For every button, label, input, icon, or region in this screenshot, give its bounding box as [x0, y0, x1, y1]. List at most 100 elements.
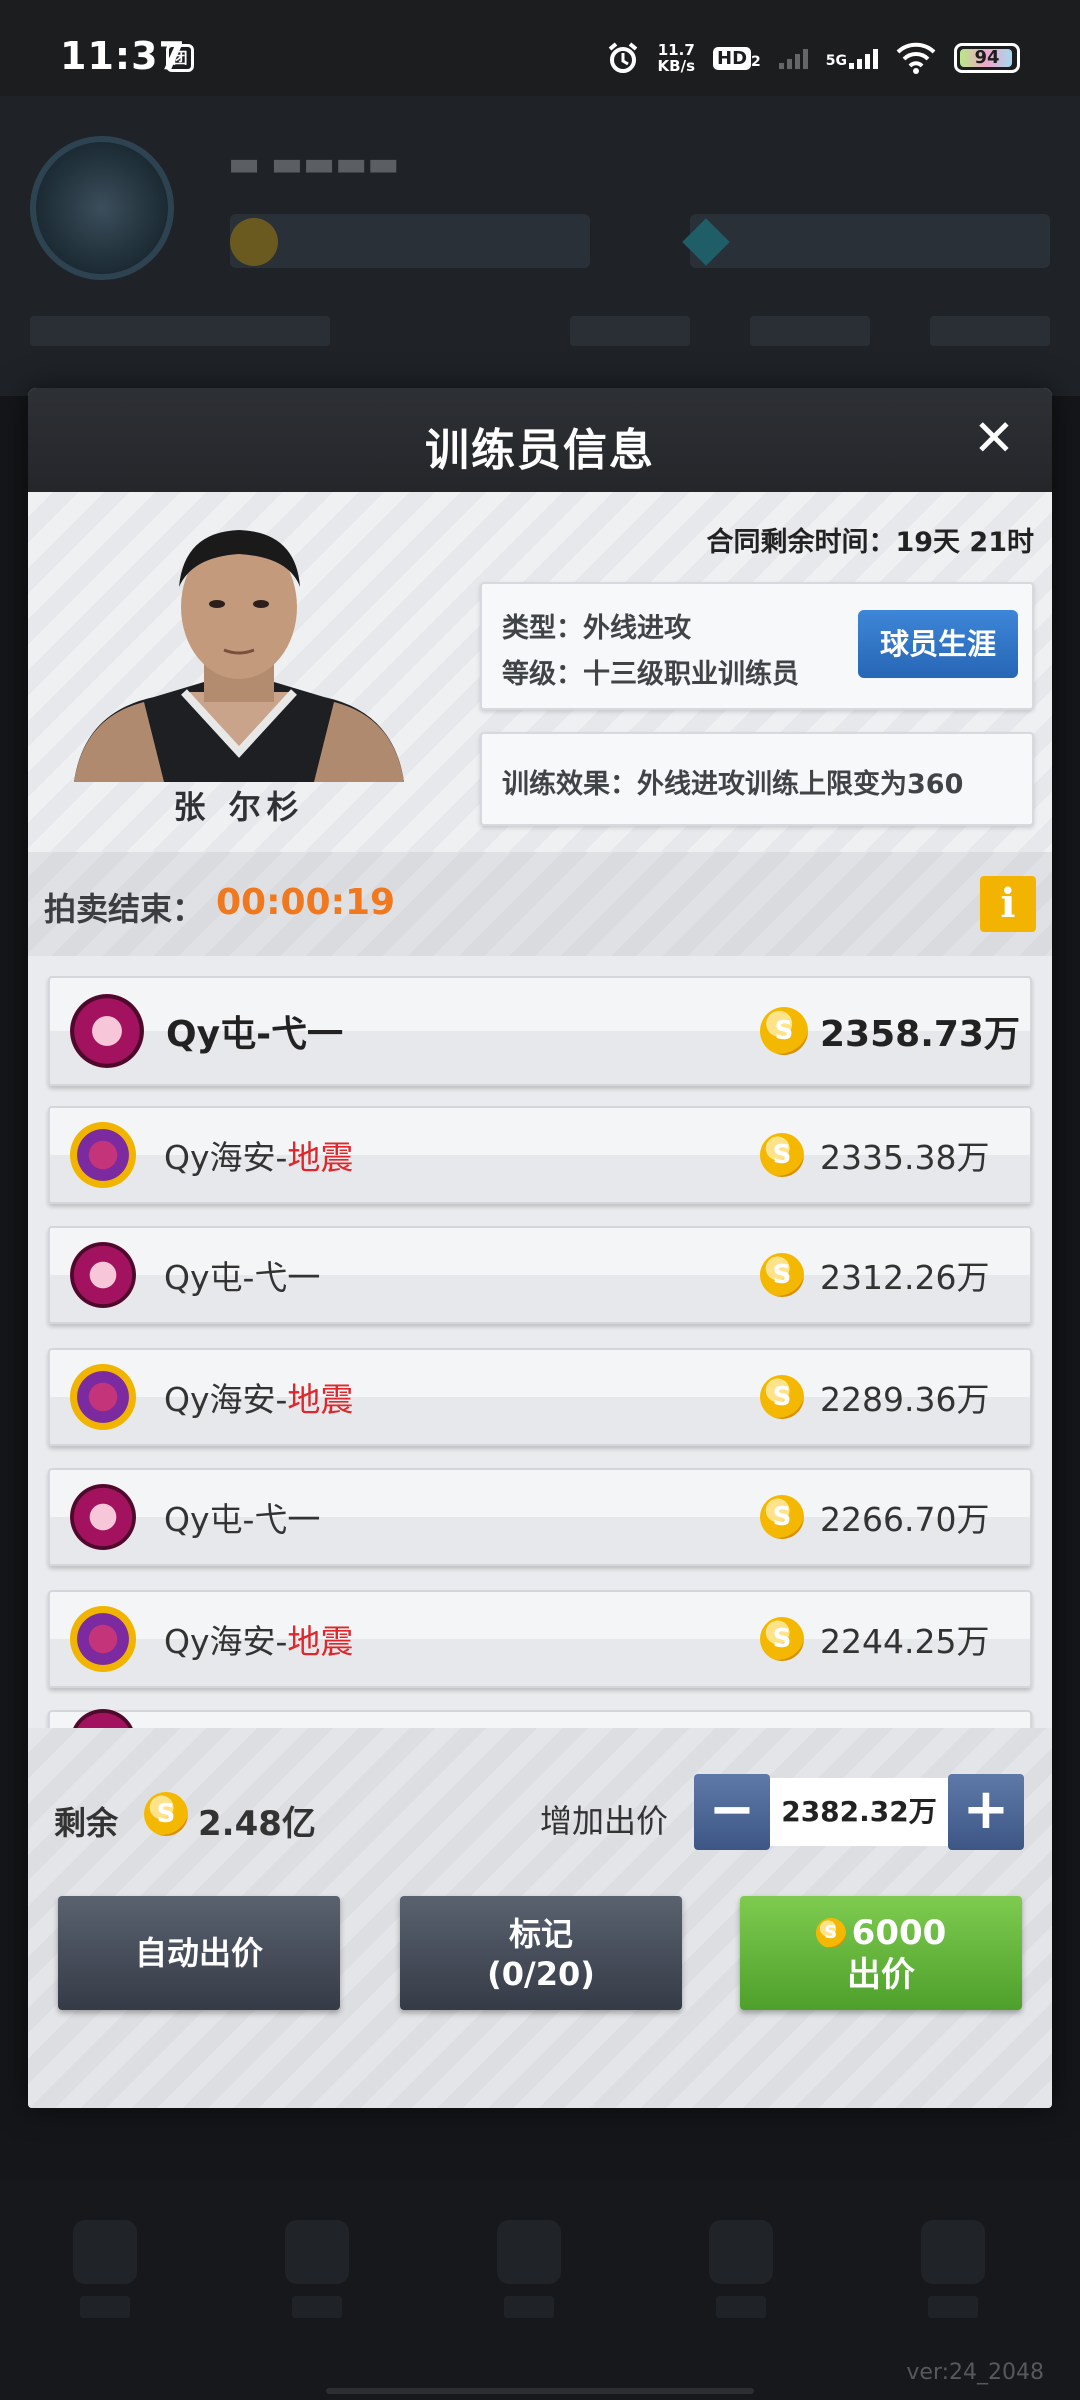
network-type: 5G	[825, 53, 847, 69]
trainer-type-card: 类型：外线进攻 等级：十三级职业训练员 球员生涯	[480, 582, 1034, 710]
network-speed-value: 11.7	[657, 41, 695, 59]
bid-cost: 6000	[851, 1913, 947, 1953]
trainer-info-section: 张 尔杉 合同剩余时间：19天 21时 类型：外线进攻 等级：十三级职业训练员 …	[28, 492, 1052, 852]
bid-amount: 2335.38万	[820, 1138, 990, 1177]
hd-sub: 2	[751, 53, 761, 70]
home-indicator[interactable]	[326, 2388, 754, 2394]
battery-level: 94	[974, 47, 1000, 68]
bid-amount: 2312.26万	[820, 1258, 990, 1297]
bid-team-name: Qy海安-地震	[164, 1138, 354, 1177]
wifi-icon	[896, 42, 936, 74]
background-tab	[70, 2220, 140, 2330]
mark-button[interactable]: 标记 (0/20)	[400, 1896, 682, 2010]
bid-cost-line: S 6000	[740, 1912, 1022, 1954]
monster-logo-icon	[70, 1364, 136, 1430]
version-label: ver:24_2048	[906, 2360, 1044, 2385]
status-bar: 11:37 团 11.7 KB/s HD 2 5G 94	[0, 0, 1080, 96]
auction-countdown: 00:00:19	[216, 882, 396, 923]
auction-status-bar: 拍卖结束： 00:00:19 i	[28, 852, 1052, 956]
alarm-icon	[608, 42, 637, 73]
coin-icon: S	[760, 1495, 804, 1539]
auction-end-label: 拍卖结束：	[44, 890, 205, 928]
bid-history-list[interactable]: Qy屯-弋一 S 2358.73万 Qy海安-地震 S 2335.38万 Qy屯…	[28, 956, 1052, 1728]
background-nav-row	[30, 306, 1050, 356]
bid-controls: 剩余 S 2.48亿 增加出价 − 2382.32万 + 自动出价 标记 (0/…	[28, 1728, 1052, 2108]
bid-button-label: 出价	[847, 1955, 915, 1995]
bid-amount-input[interactable]: 2382.32万	[770, 1778, 948, 1846]
background-gem-pill	[690, 214, 1050, 268]
hd-label: HD	[713, 46, 752, 70]
bid-team-name: Qy屯-弋一	[164, 1258, 321, 1297]
bid-row: Qy海安-地震 S 2244.25万	[48, 1590, 1032, 1688]
trainer-type: 类型：外线进攻	[502, 613, 691, 644]
bid-team-name: Qy屯-弋一	[166, 1014, 344, 1055]
battery-icon: 94	[954, 43, 1020, 73]
background-tab	[282, 2220, 352, 2330]
bid-row: Qy屯-弋一 S 2312.26万	[48, 1226, 1032, 1324]
decrease-bid-button[interactable]: −	[694, 1774, 770, 1850]
coin-icon: S	[144, 1792, 188, 1836]
bid-row: Qy屯-弋一 S 2358.73万	[48, 976, 1032, 1086]
app-notification-icon: 团	[166, 44, 194, 72]
coin-icon: S	[760, 1253, 804, 1297]
trainer-info-dialog: 训练员信息 ✕ 张 尔杉 合同剩余时间：19天 21时 类型：外线进攻 等级：十…	[28, 388, 1052, 2108]
training-effect: 训练效果：外线进攻训练上限变为360	[502, 769, 964, 800]
player-career-button[interactable]: 球员生涯	[858, 610, 1018, 678]
contract-remaining: 合同剩余时间：19天 21时	[706, 527, 1034, 558]
player-portrait	[64, 512, 414, 782]
background-coin-icon	[230, 218, 278, 266]
background-coin-pill	[230, 214, 590, 268]
background-game-header: ▬ ▬▬▬▬	[0, 96, 1080, 396]
background-tab	[494, 2220, 564, 2330]
raise-bid-label: 增加出价	[540, 1802, 669, 1840]
monster-logo-icon	[70, 1122, 136, 1188]
bid-row: Qy屯-弋一 S 2266.70万	[48, 1468, 1032, 1566]
bid-team-name: Qy海安-地震	[164, 1622, 354, 1661]
signal-5g-icon: 5G	[826, 47, 878, 69]
bid-amount: 2266.70万	[820, 1500, 990, 1539]
training-effect-card: 训练效果：外线进攻训练上限变为360	[480, 732, 1034, 826]
signal-sim2-icon	[778, 47, 808, 69]
background-tab	[918, 2220, 988, 2330]
close-icon[interactable]: ✕	[966, 410, 1022, 466]
elephant-logo-icon	[70, 1709, 136, 1728]
bid-row: Qy海安-地震 S 2289.36万	[48, 1348, 1032, 1446]
coin-icon: S	[760, 1007, 808, 1055]
background-avatar	[30, 136, 174, 280]
bid-amount-stepper: − 2382.32万 +	[694, 1774, 1024, 1850]
place-bid-button[interactable]: S 6000 出价	[740, 1896, 1022, 2010]
coin-icon: S	[760, 1133, 804, 1177]
background-tab	[706, 2220, 776, 2330]
bid-row: Qy海安-地震 S 2335.38万	[48, 1106, 1032, 1204]
bid-amount: 2358.73万	[820, 1014, 1020, 1055]
hd-voice-icon: HD 2	[713, 46, 761, 70]
coin-icon: S	[815, 1918, 846, 1948]
dialog-header: 训练员信息 ✕	[28, 388, 1052, 492]
bid-amount: 2289.36万	[820, 1380, 990, 1419]
trainer-level: 等级：十三级职业训练员	[502, 659, 799, 690]
dialog-title: 训练员信息	[425, 425, 655, 476]
network-speed: 11.7 KB/s	[658, 42, 695, 74]
increase-bid-button[interactable]: +	[948, 1774, 1024, 1850]
bid-amount: 2244.25万	[820, 1622, 990, 1661]
status-icons: 11.7 KB/s HD 2 5G 94	[606, 36, 1020, 80]
remaining-balance: 2.48亿	[198, 1804, 316, 1844]
auto-bid-button[interactable]: 自动出价	[58, 1896, 340, 2010]
monster-logo-icon	[70, 1606, 136, 1672]
bid-row-partial	[48, 1709, 1032, 1728]
coin-icon: S	[760, 1617, 804, 1661]
background-team-name-placeholder: ▬ ▬▬▬▬	[228, 144, 400, 184]
coin-icon: S	[760, 1375, 804, 1419]
player-portrait-image	[74, 530, 404, 782]
elephant-logo-icon	[70, 1242, 136, 1308]
mark-label: 标记	[508, 1915, 573, 1953]
bid-team-name: Qy屯-弋一	[164, 1500, 321, 1539]
bid-team-name: Qy海安-地震	[164, 1380, 354, 1419]
elephant-logo-icon	[70, 994, 144, 1068]
mark-count: (0/20)	[487, 1955, 595, 1993]
info-icon[interactable]: i	[980, 876, 1036, 932]
elephant-logo-icon	[70, 1484, 136, 1550]
player-name: 张 尔杉	[173, 788, 305, 826]
remaining-label: 剩余	[54, 1804, 119, 1842]
network-speed-unit: KB/s	[657, 57, 695, 75]
